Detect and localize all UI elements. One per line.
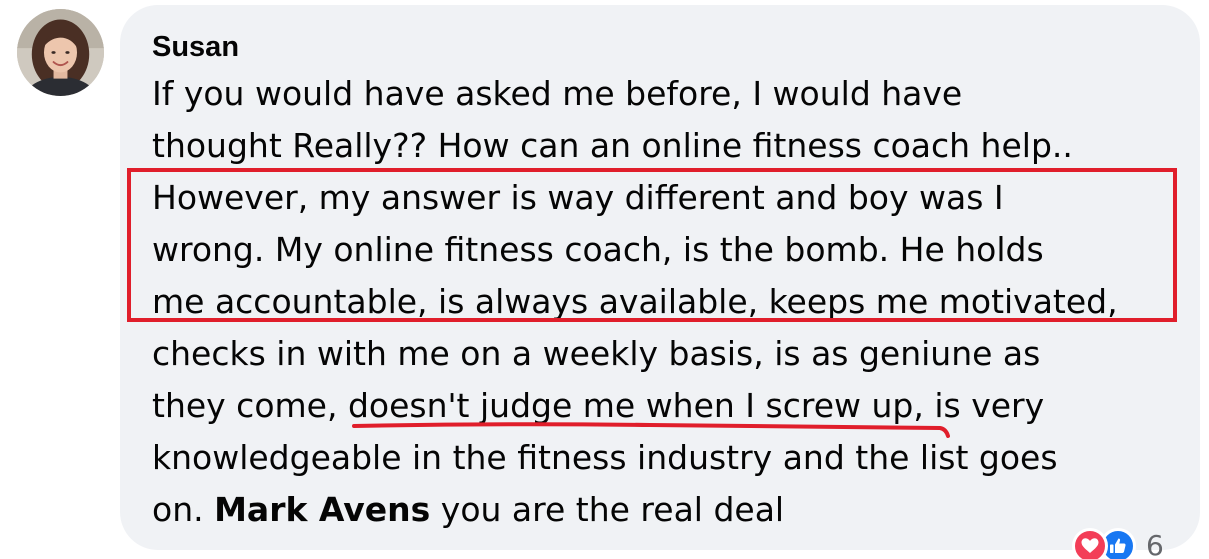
comment-text-segment: you are the real deal — [430, 490, 785, 529]
comment-text-segment: they come, — [152, 386, 348, 425]
underline-annotation — [352, 422, 950, 438]
user-mention-link[interactable]: Mark Avens — [214, 490, 430, 529]
comment-line: If you would have asked me before, I wou… — [152, 74, 963, 113]
highlight-annotation-box — [127, 168, 1177, 322]
comment-line: knowledgeable in the fitness industry an… — [152, 438, 1058, 477]
comment-text-segment: on. — [152, 490, 215, 529]
comment-author[interactable]: Susan — [152, 27, 239, 67]
profile-photo — [17, 9, 104, 96]
comment-line: thought Really?? How can an online fitne… — [152, 126, 1073, 165]
love-icon — [1072, 528, 1108, 559]
reactions-summary[interactable]: 6 — [1072, 528, 1164, 559]
comment-line: checks in with me on a weekly basis, is … — [152, 334, 1041, 373]
reaction-count: 6 — [1146, 529, 1164, 559]
avatar[interactable] — [17, 9, 104, 96]
comment-line: on. Mark Avens you are the real deal — [152, 484, 1182, 536]
